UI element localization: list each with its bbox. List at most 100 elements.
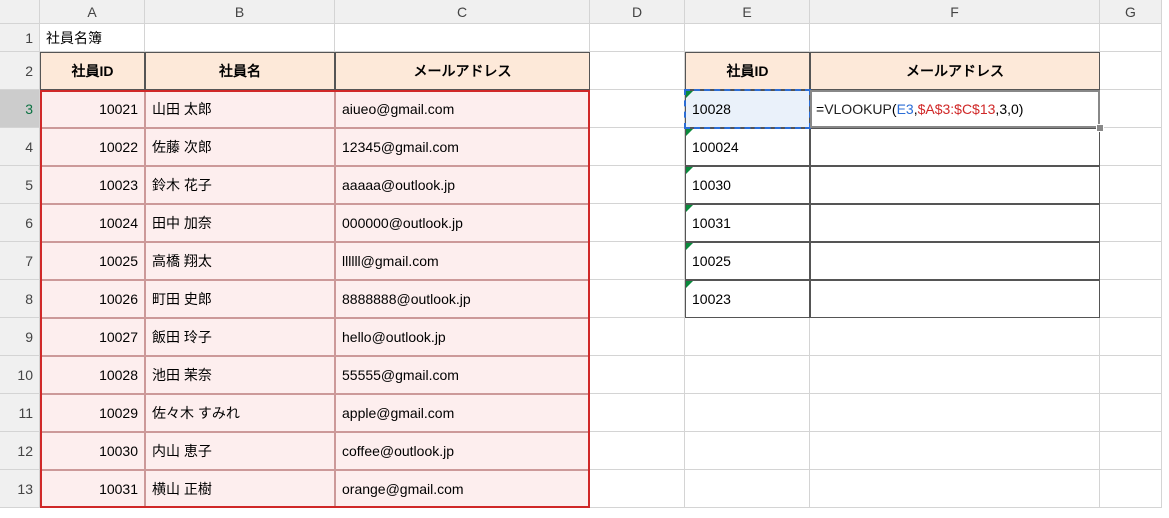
cell-F2[interactable]: メールアドレス: [810, 52, 1100, 90]
cell-F3-formula[interactable]: =VLOOKUP(E3,$A$3:$C$13,3,0): [810, 90, 1100, 128]
cell-D12[interactable]: [590, 432, 685, 470]
cell-A8[interactable]: 10026: [40, 280, 145, 318]
cell-G10[interactable]: [1100, 356, 1162, 394]
cell-B13[interactable]: 横山 正樹: [145, 470, 335, 508]
cell-F6[interactable]: [810, 204, 1100, 242]
cell-B4[interactable]: 佐藤 次郎: [145, 128, 335, 166]
cell-C2[interactable]: メールアドレス: [335, 52, 590, 90]
cell-C7[interactable]: llllll@gmail.com: [335, 242, 590, 280]
cell-D7[interactable]: [590, 242, 685, 280]
cell-A12[interactable]: 10030: [40, 432, 145, 470]
cell-D10[interactable]: [590, 356, 685, 394]
cell-A13[interactable]: 10031: [40, 470, 145, 508]
row-header-13[interactable]: 13: [0, 470, 40, 508]
cell-G3[interactable]: [1100, 90, 1162, 128]
cell-G2[interactable]: [1100, 52, 1162, 90]
cell-A5[interactable]: 10023: [40, 166, 145, 204]
cell-B1[interactable]: [145, 24, 335, 52]
cell-F10[interactable]: [810, 356, 1100, 394]
col-header-B[interactable]: B: [145, 0, 335, 24]
cell-D3[interactable]: [590, 90, 685, 128]
cell-F9[interactable]: [810, 318, 1100, 356]
col-header-E[interactable]: E: [685, 0, 810, 24]
col-header-G[interactable]: G: [1100, 0, 1162, 24]
col-header-C[interactable]: C: [335, 0, 590, 24]
cell-C12[interactable]: coffee@outlook.jp: [335, 432, 590, 470]
cell-D9[interactable]: [590, 318, 685, 356]
cell-C8[interactable]: 8888888@outlook.jp: [335, 280, 590, 318]
row-header-4[interactable]: 4: [0, 128, 40, 166]
cell-B7[interactable]: 高橋 翔太: [145, 242, 335, 280]
cell-D4[interactable]: [590, 128, 685, 166]
cell-E10[interactable]: [685, 356, 810, 394]
cell-F1[interactable]: [810, 24, 1100, 52]
fill-handle[interactable]: [1096, 124, 1104, 132]
cell-E13[interactable]: [685, 470, 810, 508]
cell-C1[interactable]: [335, 24, 590, 52]
cell-C10[interactable]: 55555@gmail.com: [335, 356, 590, 394]
cell-G7[interactable]: [1100, 242, 1162, 280]
cell-A4[interactable]: 10022: [40, 128, 145, 166]
cell-C13[interactable]: orange@gmail.com: [335, 470, 590, 508]
cell-A10[interactable]: 10028: [40, 356, 145, 394]
cell-D8[interactable]: [590, 280, 685, 318]
cell-D13[interactable]: [590, 470, 685, 508]
spreadsheet-grid[interactable]: A B C D E F G 1 社員名簿 2 社員ID 社員名 メールアドレス …: [0, 0, 1169, 508]
cell-E6[interactable]: 10031: [685, 204, 810, 242]
cell-F12[interactable]: [810, 432, 1100, 470]
row-header-8[interactable]: 8: [0, 280, 40, 318]
cell-B9[interactable]: 飯田 玲子: [145, 318, 335, 356]
cell-C11[interactable]: apple@gmail.com: [335, 394, 590, 432]
cell-F7[interactable]: [810, 242, 1100, 280]
cell-G13[interactable]: [1100, 470, 1162, 508]
row-header-1[interactable]: 1: [0, 24, 40, 52]
row-header-2[interactable]: 2: [0, 52, 40, 90]
cell-A6[interactable]: 10024: [40, 204, 145, 242]
cell-A3[interactable]: 10021: [40, 90, 145, 128]
cell-D5[interactable]: [590, 166, 685, 204]
cell-G6[interactable]: [1100, 204, 1162, 242]
row-header-6[interactable]: 6: [0, 204, 40, 242]
cell-E5[interactable]: 10030: [685, 166, 810, 204]
cell-G9[interactable]: [1100, 318, 1162, 356]
cell-A2[interactable]: 社員ID: [40, 52, 145, 90]
cell-C4[interactable]: 12345@gmail.com: [335, 128, 590, 166]
cell-B8[interactable]: 町田 史郎: [145, 280, 335, 318]
cell-G8[interactable]: [1100, 280, 1162, 318]
cell-A1[interactable]: 社員名簿: [40, 24, 145, 52]
row-header-11[interactable]: 11: [0, 394, 40, 432]
cell-D6[interactable]: [590, 204, 685, 242]
cell-E3[interactable]: 10028: [685, 90, 810, 128]
cell-G12[interactable]: [1100, 432, 1162, 470]
col-header-D[interactable]: D: [590, 0, 685, 24]
cell-C5[interactable]: aaaaa@outlook.jp: [335, 166, 590, 204]
cell-E7[interactable]: 10025: [685, 242, 810, 280]
cell-B11[interactable]: 佐々木 すみれ: [145, 394, 335, 432]
cell-G4[interactable]: [1100, 128, 1162, 166]
cell-E8[interactable]: 10023: [685, 280, 810, 318]
row-header-7[interactable]: 7: [0, 242, 40, 280]
cell-D2[interactable]: [590, 52, 685, 90]
row-header-10[interactable]: 10: [0, 356, 40, 394]
cell-D11[interactable]: [590, 394, 685, 432]
cell-B12[interactable]: 内山 恵子: [145, 432, 335, 470]
cell-E2[interactable]: 社員ID: [685, 52, 810, 90]
cell-B6[interactable]: 田中 加奈: [145, 204, 335, 242]
row-header-5[interactable]: 5: [0, 166, 40, 204]
cell-A11[interactable]: 10029: [40, 394, 145, 432]
cell-E11[interactable]: [685, 394, 810, 432]
col-header-A[interactable]: A: [40, 0, 145, 24]
cell-F11[interactable]: [810, 394, 1100, 432]
cell-F13[interactable]: [810, 470, 1100, 508]
row-header-3[interactable]: 3: [0, 90, 40, 128]
cell-B10[interactable]: 池田 茉奈: [145, 356, 335, 394]
row-header-12[interactable]: 12: [0, 432, 40, 470]
cell-F4[interactable]: [810, 128, 1100, 166]
cell-D1[interactable]: [590, 24, 685, 52]
select-all-corner[interactable]: [0, 0, 40, 24]
cell-C3[interactable]: aiueo@gmail.com: [335, 90, 590, 128]
cell-A9[interactable]: 10027: [40, 318, 145, 356]
cell-G1[interactable]: [1100, 24, 1162, 52]
cell-F8[interactable]: [810, 280, 1100, 318]
cell-E1[interactable]: [685, 24, 810, 52]
